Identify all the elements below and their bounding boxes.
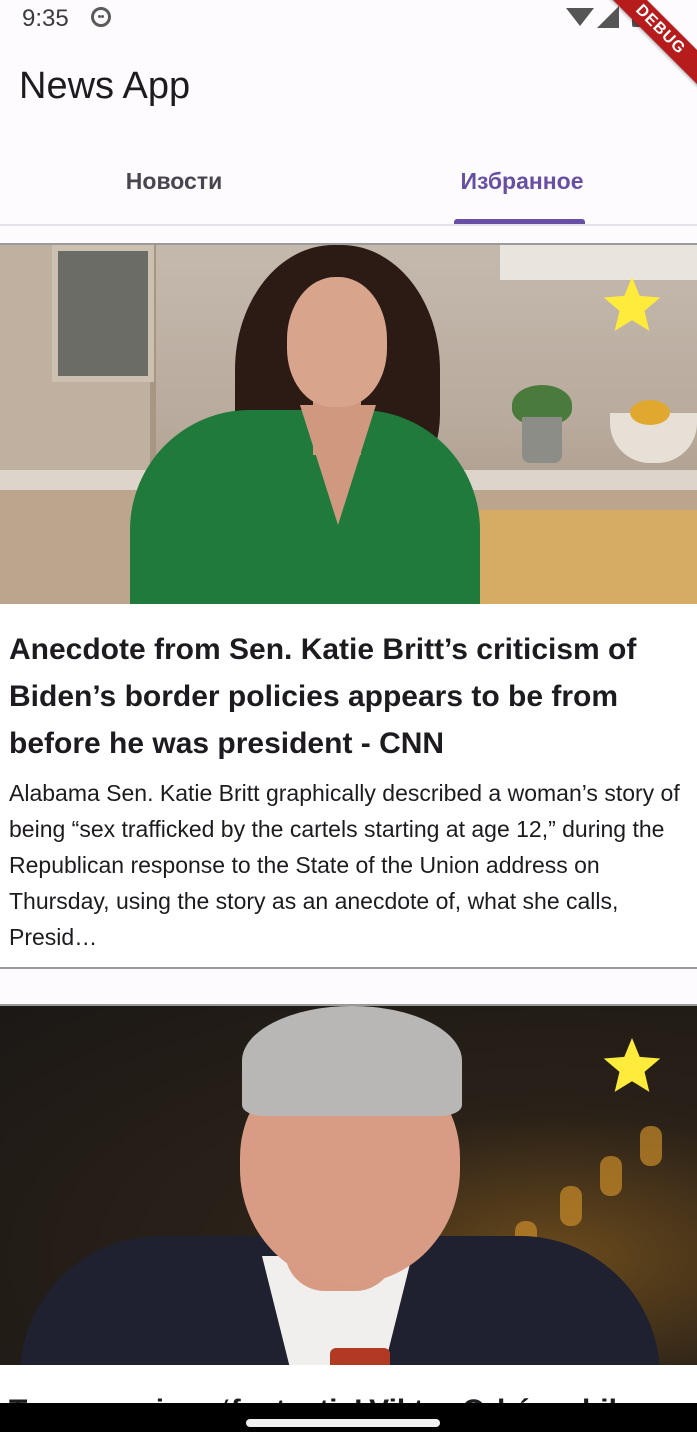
news-card[interactable]: Anecdote from Sen. Katie Britt’s critici… [0, 243, 697, 969]
news-feed[interactable]: Anecdote from Sen. Katie Britt’s critici… [0, 226, 697, 1403]
article-image [0, 245, 697, 604]
app-title: News App [19, 65, 191, 107]
navigation-bar [0, 1403, 697, 1432]
home-handle[interactable] [246, 1419, 440, 1427]
tab-news[interactable]: Новости [0, 140, 348, 222]
wifi-icon [566, 8, 594, 26]
article-image [0, 1006, 697, 1365]
star-icon[interactable] [599, 1034, 665, 1098]
news-card[interactable]: Trump praises ‘fantastic’ Viktor Orbán w… [0, 1004, 697, 1403]
screen: 9:35 DEBUG News App Новости Избранное An… [0, 0, 697, 1432]
article-description: Alabama Sen. Katie Britt graphically des… [9, 780, 680, 950]
tab-bar: Новости Избранное [0, 140, 697, 226]
article-title[interactable]: Anecdote from Sen. Katie Britt’s critici… [0, 604, 697, 767]
face-icon [91, 7, 111, 27]
article-title[interactable]: Trump praises ‘fantastic’ Viktor Orbán w… [0, 1365, 697, 1403]
tab-indicator [454, 219, 585, 224]
status-time: 9:35 [22, 5, 69, 32]
star-icon[interactable] [599, 273, 665, 337]
status-bar: 9:35 [0, 0, 697, 36]
app-bar: News App [0, 36, 697, 140]
tab-favorites[interactable]: Избранное [348, 140, 696, 222]
signal-icon [597, 6, 619, 28]
